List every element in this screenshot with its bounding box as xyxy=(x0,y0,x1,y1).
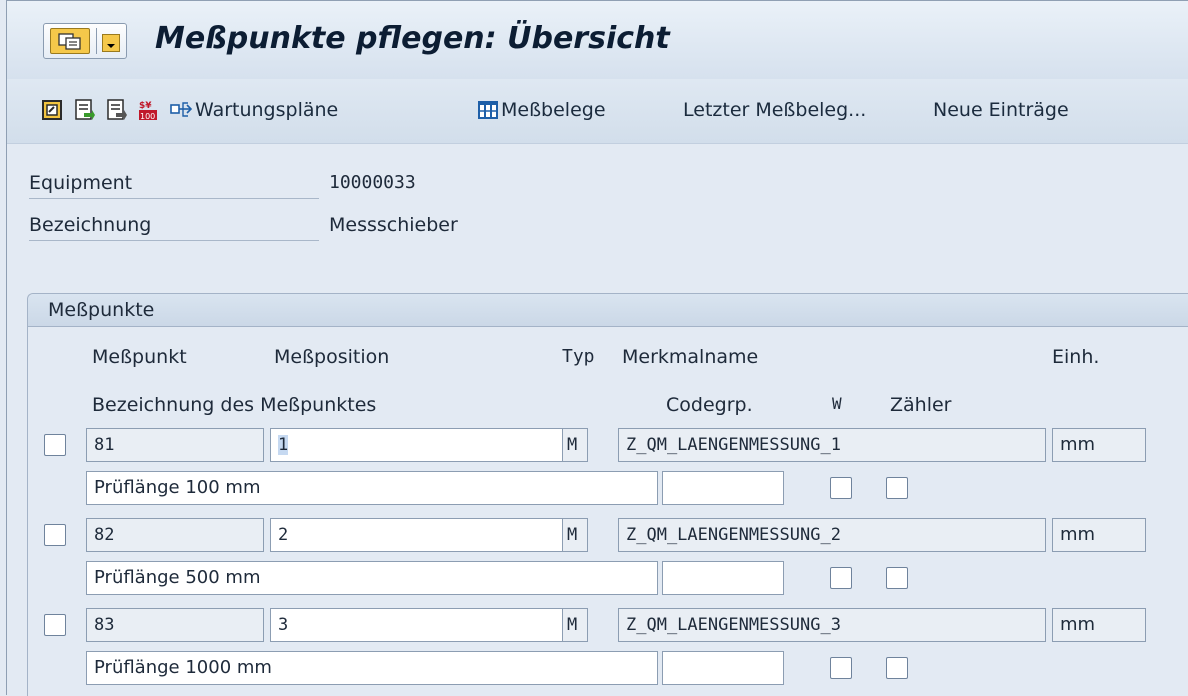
point-field: 83 xyxy=(86,608,264,642)
counter-checkbox[interactable] xyxy=(886,567,908,589)
codegroup-field[interactable] xyxy=(662,471,784,505)
type-field: M xyxy=(562,518,588,552)
column-header-codegroup: Codegrp. xyxy=(666,394,753,416)
next-object-icon xyxy=(105,99,127,121)
characteristic-field: Z_QM_LAENGENMESSUNG_1 xyxy=(618,428,1046,462)
row-select-checkbox[interactable] xyxy=(44,434,66,456)
column-header-counter: Zähler xyxy=(890,394,952,416)
description-field[interactable]: Prüflänge 500 mm xyxy=(86,561,658,595)
characteristic-field: Z_QM_LAENGENMESSUNG_2 xyxy=(618,518,1046,552)
type-field: M xyxy=(562,608,588,642)
description-field[interactable]: Prüflänge 1000 mm xyxy=(86,651,658,685)
point-field: 81 xyxy=(86,428,264,462)
column-header-position: Meßposition xyxy=(274,346,390,368)
display-change-button[interactable] xyxy=(41,95,63,125)
position-field[interactable]: 1 xyxy=(270,428,564,462)
last-measurement-document-button[interactable]: Letzter Meßbeleg... xyxy=(683,95,866,125)
group-title: Meßpunkte xyxy=(28,294,1188,327)
new-entries-button[interactable]: Neue Einträge xyxy=(933,95,1069,125)
codegroup-field[interactable] xyxy=(662,651,784,685)
position-field[interactable]: 3 xyxy=(270,608,564,642)
sap-window: Meßpunkte pflegen: Übersicht $¥ 100 Wart… xyxy=(6,0,1188,696)
position-value: 1 xyxy=(278,435,289,455)
position-field[interactable]: 2 xyxy=(270,518,564,552)
calculator-button[interactable]: $¥ 100 xyxy=(137,95,159,125)
system-menu-button[interactable] xyxy=(43,23,127,59)
unit-field: mm xyxy=(1052,428,1146,462)
column-header-point: Meßpunkt xyxy=(92,346,187,368)
characteristic-field: Z_QM_LAENGENMESSUNG_3 xyxy=(618,608,1046,642)
svg-text:$¥: $¥ xyxy=(139,101,152,111)
application-toolbar: $¥ 100 Wartungspläne Meßbelege Letzter M… xyxy=(7,79,1188,144)
unit-field: mm xyxy=(1052,608,1146,642)
equipment-value: 10000033 xyxy=(329,172,416,193)
point-field: 82 xyxy=(86,518,264,552)
row-select-checkbox[interactable] xyxy=(44,524,66,546)
maintenance-plans-icon xyxy=(169,99,193,121)
calculator-icon: $¥ 100 xyxy=(137,99,159,121)
description-label: Bezeichnung xyxy=(29,210,319,241)
new-entries-label: Neue Einträge xyxy=(933,99,1069,121)
next-object-button[interactable] xyxy=(105,95,127,125)
column-header-characteristic: Merkmalname xyxy=(622,346,759,368)
w-checkbox[interactable] xyxy=(830,477,852,499)
previous-object-icon xyxy=(73,99,95,121)
menu-separator xyxy=(96,28,97,54)
w-checkbox[interactable] xyxy=(830,567,852,589)
measuring-points-group: Meßpunkte Meßpunkt Meßposition Typ Merkm… xyxy=(27,293,1188,696)
last-measurement-document-label: Letzter Meßbeleg... xyxy=(683,99,867,121)
description-value: Messschieber xyxy=(329,214,458,236)
table-icon xyxy=(477,99,499,121)
counter-checkbox[interactable] xyxy=(886,657,908,679)
display-change-icon xyxy=(41,99,63,121)
description-field[interactable]: Prüflänge 100 mm xyxy=(86,471,658,505)
codegroup-field[interactable] xyxy=(662,561,784,595)
title-bar: Meßpunkte pflegen: Übersicht xyxy=(7,1,1188,80)
svg-text:100: 100 xyxy=(140,112,155,121)
measurement-documents-label: Meßbelege xyxy=(501,99,606,121)
type-field: M xyxy=(562,428,588,462)
maintenance-plans-label: Wartungspläne xyxy=(195,99,339,121)
column-header-w: W xyxy=(832,394,842,413)
column-header-type: Typ xyxy=(562,346,595,367)
w-checkbox[interactable] xyxy=(830,657,852,679)
maintenance-plans-button[interactable]: Wartungspläne xyxy=(169,95,338,125)
column-header-unit: Einh. xyxy=(1052,346,1100,368)
column-header-description: Bezeichnung des Meßpunktes xyxy=(92,394,377,416)
measurement-documents-button[interactable]: Meßbelege xyxy=(477,95,606,125)
unit-field: mm xyxy=(1052,518,1146,552)
chevron-down-icon[interactable] xyxy=(102,34,120,52)
equipment-label: Equipment xyxy=(29,168,319,199)
page-title: Meßpunkte pflegen: Übersicht xyxy=(155,21,670,56)
previous-object-button[interactable] xyxy=(73,95,95,125)
system-menu-icon xyxy=(50,28,90,54)
counter-checkbox[interactable] xyxy=(886,477,908,499)
row-select-checkbox[interactable] xyxy=(44,614,66,636)
